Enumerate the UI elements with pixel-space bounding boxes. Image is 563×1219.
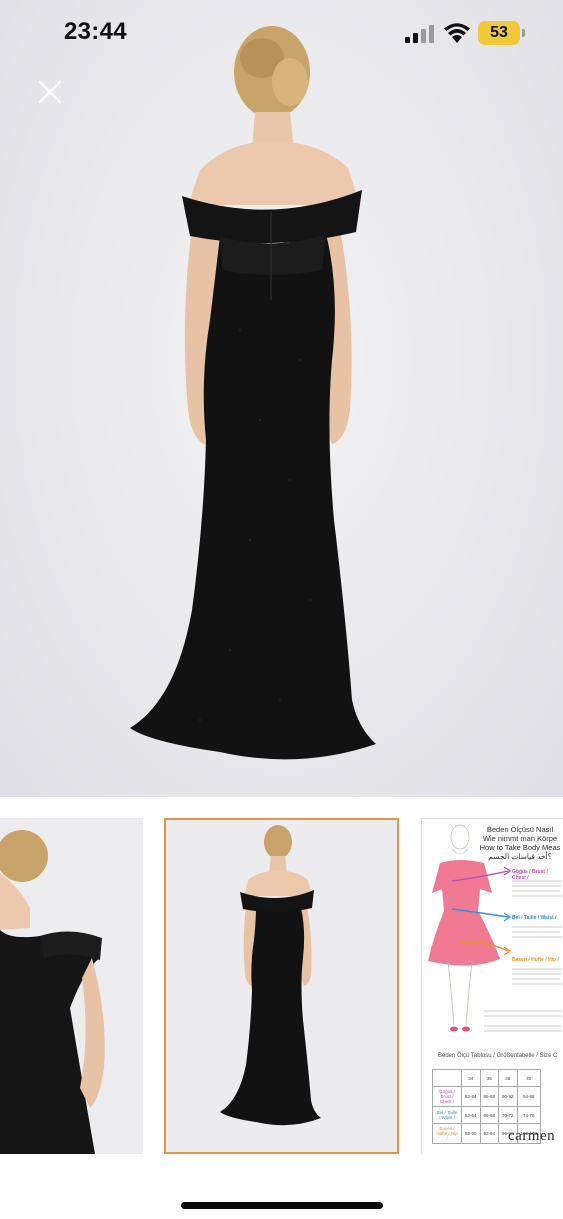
table-cell: 82-84 [461,1086,481,1107]
status-time: 23:44 [64,18,127,45]
table-cell: 66-68 [479,1106,500,1124]
table-cell: 90-92 [498,1086,518,1107]
back-view-photo [166,820,397,1152]
wifi-icon [444,23,470,43]
row-label: Bel / Taille / Waist / [432,1106,462,1124]
size-header: 38 [498,1069,518,1087]
brand-logo: carmen [508,1128,556,1144]
thumbnail-strip[interactable]: Beden Ölçüsü Nasıl Wie nimmt man Körpe H… [0,818,563,1156]
table-cell: 74-76 [516,1106,542,1124]
close-button[interactable] [32,74,68,110]
thumbnail-size-chart[interactable]: Beden Ölçüsü Nasıl Wie nimmt man Körpe H… [421,818,563,1154]
front-view-photo [0,818,143,1154]
thumbnail-front-view[interactable] [0,818,143,1154]
row-label: Göğüs / Brust / Chest / [432,1086,462,1107]
size-header: 34 [461,1069,481,1087]
table-cell: 62-64 [461,1106,481,1124]
size-chart-chest-label: Göğüs / Brust / Chest / [512,869,548,881]
size-table-row: Göğüs / Brust / Chest / 82-84 86-88 90-9… [432,1086,542,1107]
size-table-header-row: 34 36 38 40 [432,1069,542,1087]
row-label: Basen / Hüfte / Hip / [432,1123,462,1144]
battery-indicator: 53 [478,21,525,45]
status-bar: 23:44 53 [0,0,563,66]
close-icon [38,80,62,104]
size-header: 36 [479,1069,500,1087]
home-indicator[interactable] [181,1202,383,1209]
size-table-title: Beden Ölçü Tablosu / Größentabelle / Siz… [438,1053,558,1059]
product-photo-viewer[interactable]: 23:44 53 [0,0,563,797]
table-cell: 94-96 [516,1086,542,1107]
size-chart-waist-label: Bel / Taille / Waist / [512,915,557,921]
size-header: 40 [516,1069,542,1087]
table-cell: 92-94 [479,1123,500,1144]
table-cell: 88-90 [461,1123,481,1144]
table-cell: 86-88 [479,1086,500,1107]
cellular-signal-icon [405,25,434,43]
thumbnail-back-view[interactable] [164,818,399,1154]
size-table-row: Bel / Taille / Waist / 62-64 66-68 70-72… [432,1106,542,1124]
table-cell: 70-72 [498,1106,518,1124]
size-chart-hip-label: Basen / Hüfte / Hip / [512,957,559,963]
dress-back-photo [130,26,376,760]
